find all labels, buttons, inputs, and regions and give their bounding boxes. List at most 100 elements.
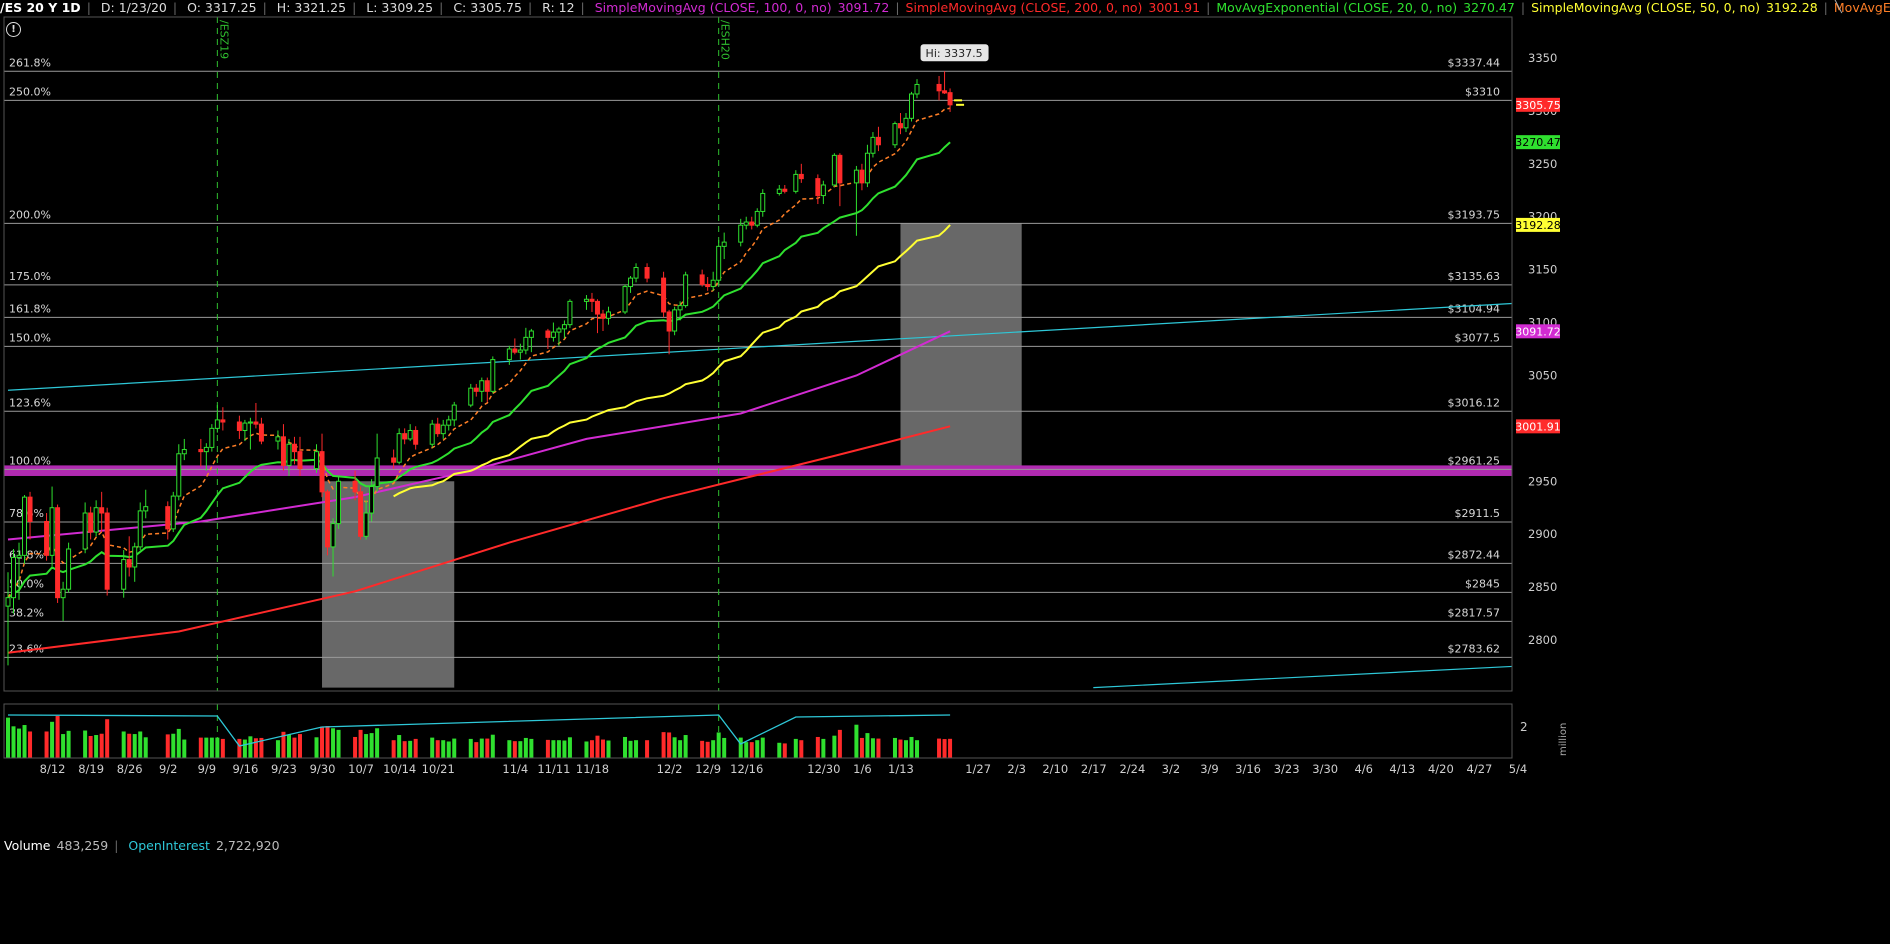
volume-bar (909, 736, 914, 758)
sma50-line (393, 224, 951, 498)
candle-body (181, 449, 187, 455)
volume-bar (452, 738, 457, 758)
candle-body (319, 451, 325, 493)
volume-bar (391, 740, 396, 758)
price-tick-label: 2900 (1528, 527, 1557, 541)
candle-body (451, 404, 457, 421)
price-tick-label: 3250 (1528, 157, 1557, 171)
volume-bar (171, 733, 176, 758)
candle-body (528, 330, 534, 338)
volume-bar (479, 738, 484, 758)
time-tick-label: 8/26 (117, 762, 143, 776)
fib-price-label: $2961.25 (1448, 454, 1501, 467)
volume-bar (854, 724, 859, 758)
volume-bar (556, 740, 561, 758)
volume-bar (722, 737, 727, 758)
time-tick-label: 11/11 (537, 762, 570, 776)
volume-label[interactable]: Volume (4, 838, 51, 853)
price-chart[interactable]: 261.8% $3337.44 250.0% $3310 200.0% $3193.75 1… (0, 0, 1890, 944)
volume-bar (562, 740, 567, 758)
candle-body (506, 348, 512, 361)
candle-body (22, 496, 28, 556)
candle-body (236, 421, 242, 431)
volume-bar (832, 735, 837, 758)
fib-price-label: $2783.62 (1448, 642, 1501, 655)
volume-bar (105, 719, 110, 758)
volume-bar (760, 737, 765, 758)
candles (5, 71, 965, 666)
volume-bar (143, 737, 148, 758)
volume-bar (667, 732, 672, 758)
volume-bar (176, 728, 181, 758)
volume-axis-unit: million (1558, 723, 1569, 756)
volume-bar (749, 742, 754, 758)
candle-body (374, 457, 380, 488)
trendline (1093, 665, 1513, 689)
price-tick-label: 2950 (1528, 474, 1557, 488)
time-tick-label: 1/27 (965, 762, 991, 776)
volume-pane (6, 714, 953, 758)
volume-bar (623, 736, 628, 758)
volume-bar (518, 741, 523, 758)
volume-bar (375, 728, 380, 758)
volume-bar (551, 740, 556, 758)
volume-bar (331, 728, 336, 758)
volume-bar (815, 736, 820, 758)
contract-roll-label: /ESZ19 (217, 20, 230, 59)
time-tick-label: 8/12 (40, 762, 66, 776)
candle-body (286, 443, 292, 466)
fib-price-label: $3016.12 (1448, 396, 1501, 409)
time-tick-label: 2/17 (1081, 762, 1107, 776)
time-tick-label: 4/6 (1354, 762, 1373, 776)
open-interest-label[interactable]: OpenInterest (128, 838, 210, 853)
contract-roll-markers: /ESZ19/ESH20 (216, 17, 732, 758)
volume-bar (17, 728, 22, 758)
candle-body (473, 387, 479, 392)
candle-body (214, 419, 220, 429)
volume-bar (292, 737, 297, 758)
volume-bar (744, 742, 749, 758)
candle-body (815, 178, 821, 197)
candle-body (5, 597, 11, 607)
fib-price-label: $2845 (1465, 577, 1500, 590)
price-axis: 2800285029002950300030503100315032003250… (1528, 51, 1557, 647)
candle-body (561, 324, 567, 330)
candle-body (853, 169, 859, 184)
candle-body (60, 588, 66, 599)
fib-pct-label: 261.8% (9, 56, 51, 69)
volume-bar (28, 731, 33, 758)
time-tick-label: 10/14 (383, 762, 416, 776)
candle-body (82, 512, 88, 550)
volume-bar (859, 737, 864, 758)
volume-bar (485, 738, 490, 758)
candle-body (446, 419, 452, 426)
candle-body (363, 512, 369, 537)
volume-bar (44, 731, 49, 758)
time-tick-label: 1/13 (888, 762, 914, 776)
volume-bar (215, 737, 220, 758)
candle-body (666, 311, 672, 332)
fib-pct-label: 161.8% (9, 302, 51, 315)
time-tick-label: 2/10 (1042, 762, 1068, 776)
candle-body (88, 512, 94, 533)
candle-body (242, 422, 248, 431)
candle-body (600, 313, 606, 319)
candle-body (325, 491, 331, 548)
candle-body (435, 423, 441, 435)
time-tick-label: 3/23 (1274, 762, 1300, 776)
volume-bar (61, 734, 66, 758)
volume-bar (821, 738, 826, 758)
fib-price-label: $3077.5 (1455, 331, 1501, 344)
candle-body (738, 224, 744, 243)
candle-body (484, 380, 490, 392)
candle-body (743, 221, 749, 226)
volume-bar (325, 726, 330, 758)
volume-bar (634, 740, 639, 758)
volume-bar (892, 737, 897, 758)
candle-body (633, 267, 639, 279)
sma200-line (7, 425, 951, 654)
candle-body (429, 423, 435, 445)
volume-bar (837, 729, 842, 758)
volume-bar (490, 734, 495, 758)
candle-body (677, 305, 683, 311)
